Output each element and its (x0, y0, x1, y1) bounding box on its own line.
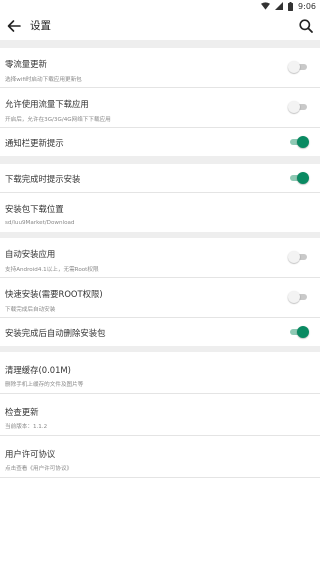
toggle-switch-off[interactable] (288, 101, 309, 113)
setting-label: 通知栏更新提示 (5, 138, 64, 148)
setting-description: 删除手机上缓存的文件及图片等 (5, 382, 84, 388)
toggle-switch-on[interactable] (288, 136, 309, 148)
toggle-switch-off[interactable] (288, 61, 309, 73)
status-time: 9:06 (298, 1, 316, 11)
section-divider (0, 40, 320, 48)
search-icon[interactable] (298, 18, 314, 34)
toggle-switch-off[interactable] (288, 291, 309, 303)
setting-label: 下载完成时提示安装 (5, 174, 81, 184)
wifi-icon (261, 2, 271, 10)
setting-check-update[interactable]: 检查更新 当前版本：1.1.2 (0, 394, 320, 436)
toggle-switch-off[interactable] (288, 251, 309, 263)
setting-description: 下载完成后自动安装 (5, 307, 56, 313)
setting-user-license[interactable]: 用户许可协议 点击查看《用户许可协议》 (0, 436, 320, 478)
setting-description: 支持Android4.1以上，无需Root权限 (5, 267, 99, 273)
page-title: 设置 (30, 20, 51, 32)
setting-label: 零流量更新 (5, 59, 47, 69)
setting-label: 允许使用流量下载应用 (5, 99, 89, 109)
back-arrow-icon[interactable] (6, 18, 22, 34)
section-divider (0, 156, 320, 164)
setting-quick-install-root[interactable]: 快速安装(需要ROOT权限) 下载完成后自动安装 (0, 278, 320, 318)
toggle-switch-on[interactable] (288, 172, 309, 184)
setting-auto-install[interactable]: 自动安装应用 支持Android4.1以上，无需Root权限 (0, 238, 320, 278)
toggle-switch-on[interactable] (288, 326, 309, 338)
setting-zero-traffic-update[interactable]: 零流量更新 选择wifi时启动下载应用更新包 (0, 48, 320, 88)
setting-label: 快速安装(需要ROOT权限) (5, 289, 103, 299)
setting-label: 用户许可协议 (5, 449, 56, 459)
status-bar: 9:06 (0, 0, 320, 12)
setting-description: 点击查看《用户许可协议》 (5, 466, 73, 472)
setting-notification-update-tip[interactable]: 通知栏更新提示 (0, 128, 320, 156)
setting-label: 检查更新 (5, 407, 39, 417)
setting-clear-cache[interactable]: 清理缓存(0.01M) 删除手机上缓存的文件及图片等 (0, 352, 320, 394)
setting-prompt-install-on-download[interactable]: 下载完成时提示安装 (0, 164, 320, 193)
setting-label: 自动安装应用 (5, 249, 56, 259)
setting-label: 安装完成后自动删除安装包 (5, 328, 106, 338)
setting-description: sd/luu9Market/Download (5, 220, 75, 226)
setting-description: 开启后，允许在3G/3G/4G网络下下载应用 (5, 117, 111, 123)
signal-icon (275, 2, 284, 10)
battery-icon (288, 1, 294, 11)
setting-auto-delete-package[interactable]: 安装完成后自动删除安装包 (0, 318, 320, 346)
setting-label: 安装包下载位置 (5, 204, 64, 214)
app-bar: 设置 (0, 12, 320, 40)
setting-description: 选择wifi时启动下载应用更新包 (5, 77, 82, 83)
setting-allow-mobile-data-download[interactable]: 允许使用流量下载应用 开启后，允许在3G/3G/4G网络下下载应用 (0, 88, 320, 128)
setting-description: 当前版本：1.1.2 (5, 424, 48, 430)
setting-label: 清理缓存(0.01M) (5, 365, 71, 375)
setting-download-location[interactable]: 安装包下载位置 sd/luu9Market/Download (0, 193, 320, 232)
